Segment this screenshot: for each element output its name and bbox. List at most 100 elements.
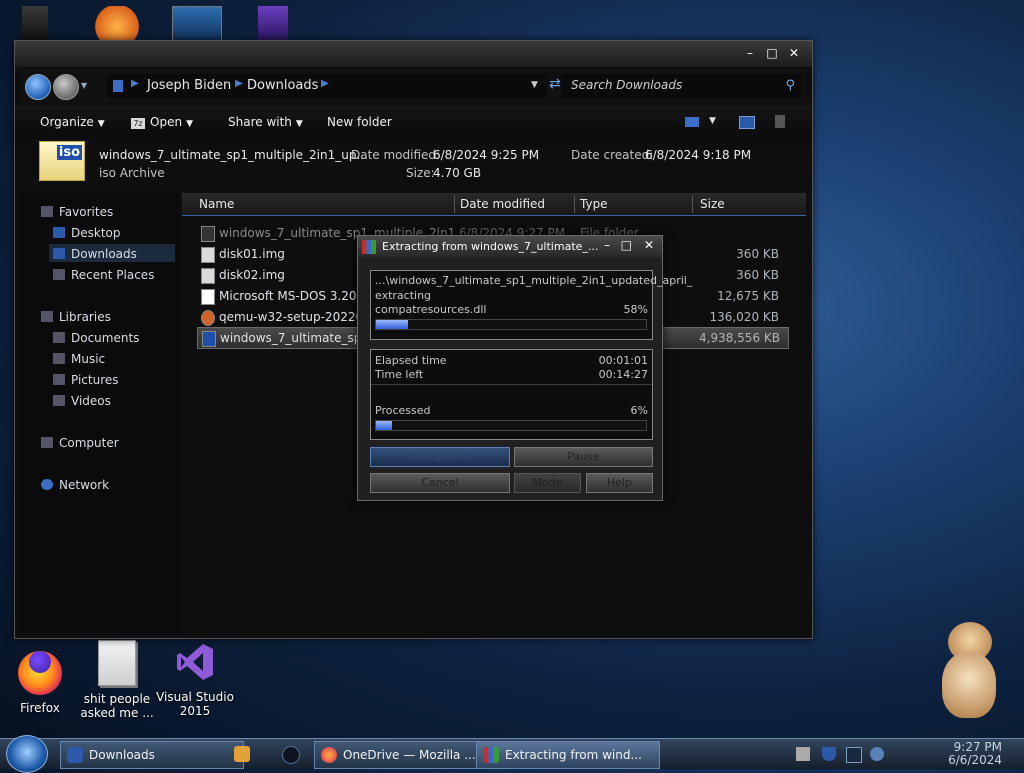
monitor-icon[interactable] bbox=[172, 6, 222, 42]
shield-icon[interactable] bbox=[822, 747, 836, 761]
desktop-icon bbox=[53, 227, 65, 238]
quick-launch-icon[interactable] bbox=[282, 746, 300, 764]
dialog-minimize-icon[interactable]: – bbox=[604, 238, 610, 252]
time-left-label: Time left bbox=[375, 368, 424, 381]
background-button[interactable]: Background bbox=[370, 447, 510, 467]
visual-studio-icon bbox=[173, 640, 217, 684]
processed-percent: 6% bbox=[630, 404, 648, 417]
help-icon[interactable] bbox=[775, 115, 785, 128]
file-progress-panel: ...\windows_7_ultimate_sp1_multiple_2in1… bbox=[370, 270, 692, 340]
search-icon[interactable]: ⚲ bbox=[785, 78, 795, 93]
maximize-icon[interactable]: □ bbox=[762, 45, 782, 61]
desktop-icon-document[interactable]: shit people asked me ... bbox=[77, 640, 157, 720]
column-type[interactable]: Type bbox=[580, 197, 608, 211]
address-bar[interactable]: ▶ Joseph Biden ▶ Downloads ▶ ▼ bbox=[107, 74, 547, 98]
nav-recent-places[interactable]: Recent Places bbox=[53, 268, 154, 282]
current-file: compatresources.dll bbox=[375, 303, 487, 316]
breadcrumb-joseph-biden[interactable]: Joseph Biden bbox=[147, 78, 231, 93]
navigation-pane: Favorites Desktop Downloads Recent Place… bbox=[21, 191, 179, 631]
nav-libraries-label: Libraries bbox=[59, 310, 111, 324]
date-created-value: 6/8/2024 9:18 PM bbox=[645, 148, 752, 162]
dialog-close-icon[interactable]: ✕ bbox=[644, 238, 654, 252]
breadcrumb-arrow-icon[interactable]: ▶ bbox=[131, 78, 139, 89]
firefox-box-icon[interactable] bbox=[258, 6, 288, 40]
firefox-icon bbox=[321, 747, 337, 763]
nav-pictures-label: Pictures bbox=[71, 373, 119, 387]
history-dropdown-icon[interactable]: ▼ bbox=[81, 81, 87, 90]
media-player-icon[interactable] bbox=[234, 746, 250, 762]
nav-music[interactable]: Music bbox=[53, 352, 105, 366]
help-button[interactable]: Help bbox=[586, 473, 653, 493]
share-with-button[interactable]: Share with ▼ bbox=[228, 115, 303, 129]
nav-downloads-label: Downloads bbox=[71, 247, 137, 261]
forward-button[interactable] bbox=[53, 74, 79, 100]
goldfish-icon[interactable] bbox=[94, 6, 140, 40]
pause-button[interactable]: Pause bbox=[514, 447, 653, 467]
breadcrumb-arrow-icon[interactable]: ▶ bbox=[235, 78, 243, 89]
folder-icon bbox=[201, 226, 215, 242]
action-text: extracting bbox=[375, 289, 432, 302]
column-date-modified[interactable]: Date modified bbox=[460, 197, 545, 211]
details-pane: iso windows_7_ultimate_sp1_multiple_2in1… bbox=[15, 139, 812, 189]
hamster-image bbox=[938, 622, 1000, 720]
nav-computer[interactable]: Computer bbox=[41, 436, 119, 450]
image-file-icon bbox=[201, 247, 215, 263]
cancel-button[interactable]: Cancel bbox=[370, 473, 510, 493]
dialog-maximize-icon[interactable]: □ bbox=[621, 238, 632, 252]
refresh-icon[interactable]: ⇄ bbox=[549, 76, 561, 92]
breadcrumb-downloads[interactable]: Downloads bbox=[247, 78, 318, 93]
dialog-titlebar[interactable]: Extracting from windows_7_ultimate_... –… bbox=[358, 236, 662, 258]
back-button[interactable] bbox=[25, 74, 51, 100]
breadcrumb-arrow-icon[interactable]: ▶ bbox=[321, 78, 329, 89]
archive-file-icon bbox=[201, 289, 215, 305]
trash-icon[interactable] bbox=[22, 6, 48, 40]
volume-icon[interactable] bbox=[870, 747, 884, 761]
column-size[interactable]: Size bbox=[700, 197, 725, 211]
nav-downloads[interactable]: Downloads bbox=[49, 244, 175, 262]
view-dropdown-icon[interactable]: ▼ bbox=[709, 116, 716, 126]
start-button[interactable] bbox=[6, 735, 48, 773]
nav-videos[interactable]: Videos bbox=[53, 394, 111, 408]
nav-recent-label: Recent Places bbox=[71, 268, 155, 282]
dialog-title: Extracting from windows_7_ultimate_... bbox=[382, 240, 599, 253]
view-icon[interactable] bbox=[685, 117, 699, 127]
file-percent: 58% bbox=[623, 303, 648, 316]
minimize-icon[interactable]: – bbox=[740, 45, 760, 61]
nav-desktop[interactable]: Desktop bbox=[53, 226, 121, 240]
file-size: 136,020 KB bbox=[709, 310, 779, 324]
taskbar-item-extracting[interactable]: Extracting from wind... bbox=[476, 741, 660, 769]
search-input[interactable]: Search Downloads ⚲ bbox=[561, 74, 801, 98]
nav-network[interactable]: Network bbox=[41, 478, 109, 492]
taskbar-item-downloads[interactable]: Downloads bbox=[60, 741, 244, 769]
column-name[interactable]: Name bbox=[199, 197, 234, 211]
column-headers: Name Date modified Type Size bbox=[182, 193, 806, 216]
nav-pictures[interactable]: Pictures bbox=[53, 373, 119, 387]
taskbar-clock[interactable]: 9:27 PM 6/6/2024 bbox=[948, 741, 1002, 767]
close-icon[interactable]: ✕ bbox=[784, 45, 804, 61]
file-size: 360 KB bbox=[736, 247, 779, 261]
desktop-icon-visual-studio[interactable]: Visual Studio 2015 bbox=[155, 640, 235, 718]
preview-pane-icon[interactable] bbox=[739, 116, 755, 129]
iso-file-icon: iso bbox=[39, 141, 85, 181]
music-icon bbox=[53, 353, 65, 364]
nav-favorites[interactable]: Favorites bbox=[41, 205, 113, 219]
organize-button[interactable]: Organize ▼ bbox=[40, 115, 105, 129]
nav-documents[interactable]: Documents bbox=[53, 331, 139, 345]
network-icon bbox=[41, 479, 53, 490]
taskbar-item-label: Extracting from wind... bbox=[505, 748, 642, 762]
network-tray-icon[interactable] bbox=[846, 747, 862, 763]
nav-documents-label: Documents bbox=[71, 331, 140, 345]
mode-button[interactable]: Mode bbox=[514, 473, 581, 493]
address-dropdown-icon[interactable]: ▼ bbox=[531, 80, 538, 90]
tray-app-icon[interactable] bbox=[796, 747, 810, 761]
nav-libraries[interactable]: Libraries bbox=[41, 310, 111, 324]
taskbar-item-onedrive[interactable]: OneDrive — Mozilla ... bbox=[314, 741, 498, 769]
open-button[interactable]: 7z Open ▼ bbox=[131, 115, 193, 129]
computer-icon bbox=[41, 437, 53, 448]
window-titlebar[interactable]: – □ ✕ bbox=[15, 41, 812, 67]
new-folder-button[interactable]: New folder bbox=[327, 115, 392, 129]
clock-date: 6/6/2024 bbox=[948, 753, 1002, 767]
desktop-icon-firefox[interactable]: Firefox bbox=[0, 640, 80, 715]
desktop-icon-label: Firefox bbox=[20, 701, 60, 715]
file-name: disk02.img bbox=[219, 268, 285, 282]
